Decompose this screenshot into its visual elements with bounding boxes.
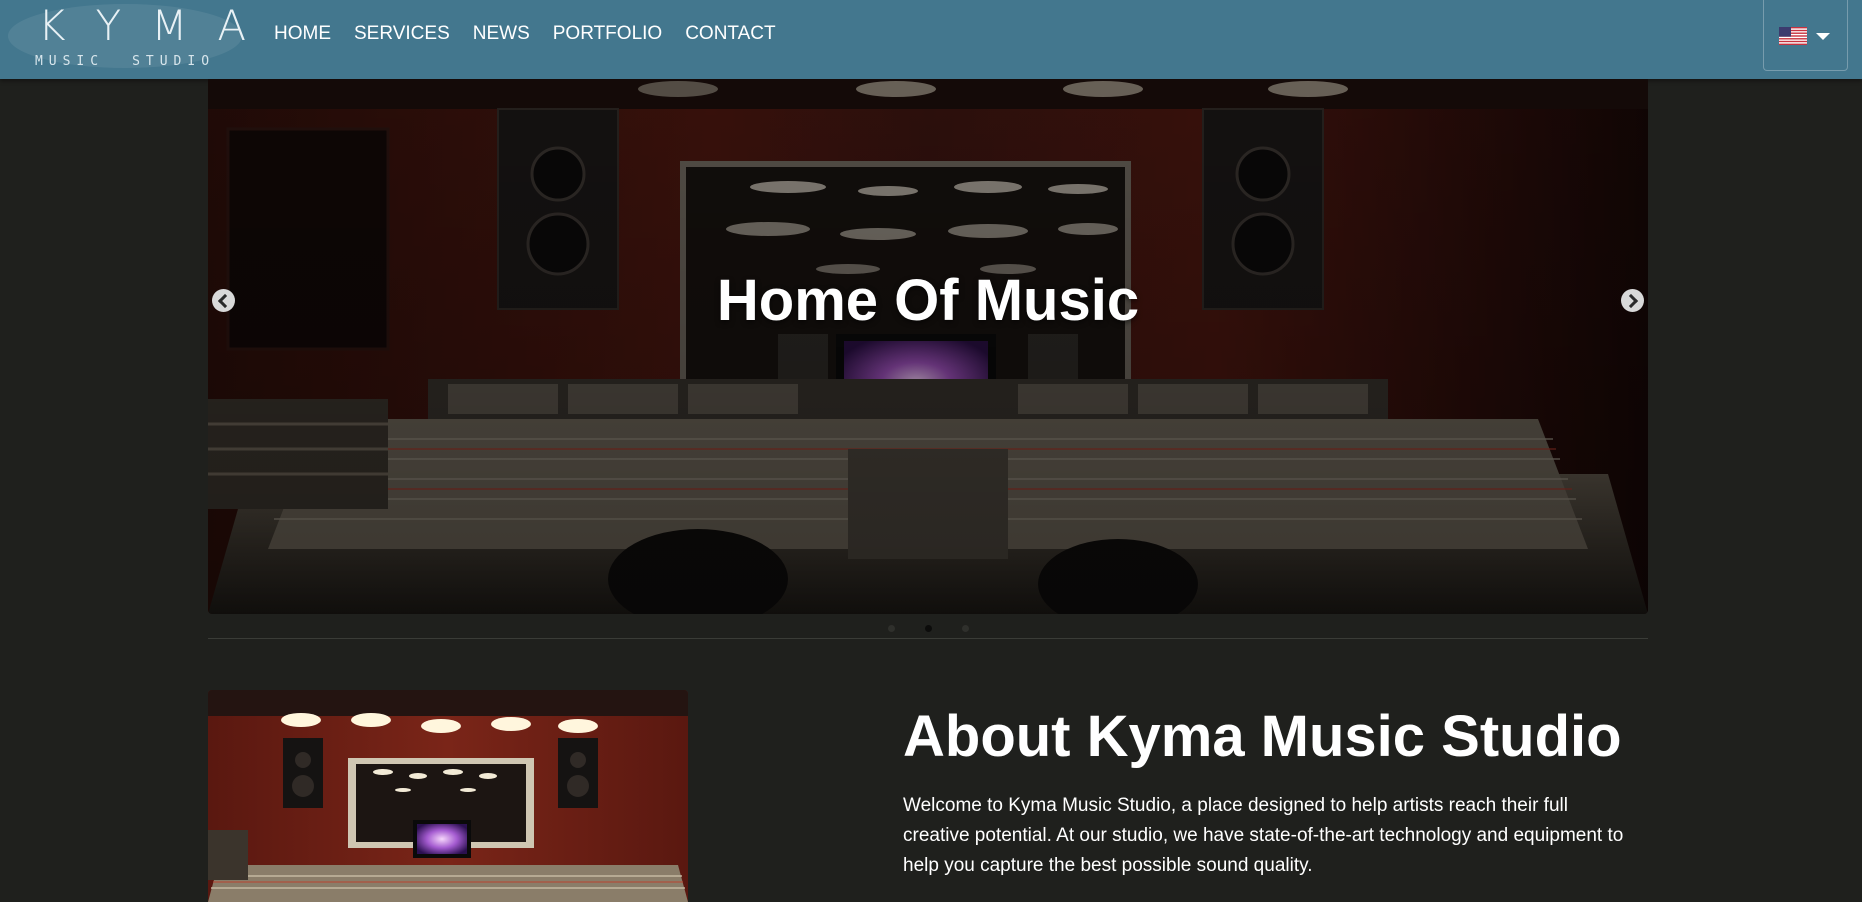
about-title: About Kyma Music Studio bbox=[903, 704, 1622, 769]
language-dropdown[interactable] bbox=[1763, 0, 1848, 71]
carousel-indicator-2[interactable] bbox=[924, 625, 932, 632]
logo-sub-left: MUSIC bbox=[34, 54, 105, 69]
chevron-right-icon[interactable] bbox=[1621, 289, 1644, 312]
us-flag-icon bbox=[1779, 27, 1807, 45]
chevron-left-icon[interactable] bbox=[212, 289, 235, 312]
nav-services[interactable]: SERVICES bbox=[354, 22, 450, 46]
nav-portfolio[interactable]: PORTFOLIO bbox=[553, 22, 662, 46]
hero-studio-image bbox=[208, 79, 1648, 614]
logo-subtitle: MUSIC STUDIO bbox=[8, 54, 242, 69]
logo-text: KYMA bbox=[38, 1, 277, 50]
nav-contact[interactable]: CONTACT bbox=[685, 22, 775, 46]
hero-title: Home Of Music bbox=[716, 268, 1140, 333]
brand-logo[interactable]: KYMA MUSIC STUDIO bbox=[8, 0, 277, 70]
main-nav: HOME SERVICES NEWS PORTFOLIO CONTACT bbox=[274, 22, 799, 46]
nav-home[interactable]: HOME bbox=[274, 22, 331, 46]
carousel-indicator-1[interactable] bbox=[887, 625, 895, 632]
section-divider bbox=[208, 638, 1648, 639]
carousel-indicator-3[interactable] bbox=[961, 625, 969, 632]
carousel-indicators bbox=[0, 625, 1862, 632]
about-paragraph: Welcome to Kyma Music Studio, a place de… bbox=[903, 795, 1624, 876]
nav-news[interactable]: NEWS bbox=[473, 22, 530, 46]
chevron-down-icon bbox=[1816, 33, 1830, 40]
about-studio-photo bbox=[208, 690, 688, 902]
hero-carousel: Home Of Music bbox=[208, 79, 1648, 614]
logo-sub-right: STUDIO bbox=[132, 54, 216, 69]
top-navbar: KYMA MUSIC STUDIO HOME SERVICES NEWS PORT… bbox=[0, 0, 1862, 79]
about-studio-image bbox=[208, 690, 688, 902]
